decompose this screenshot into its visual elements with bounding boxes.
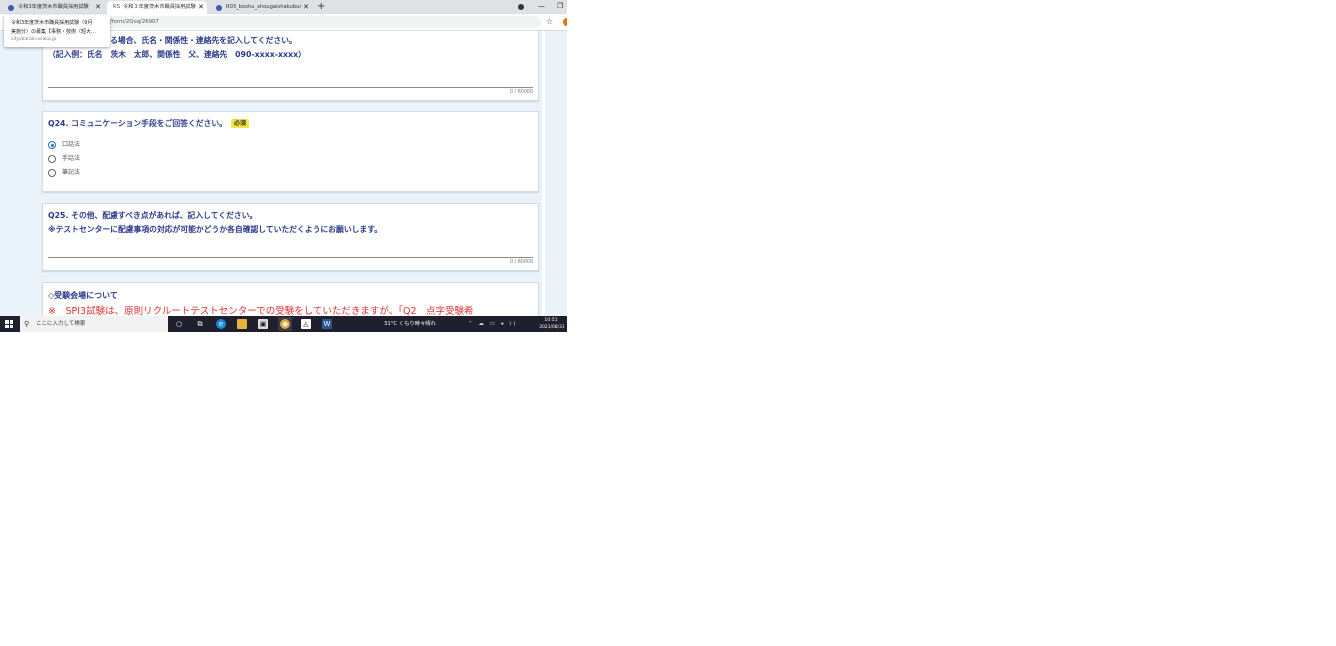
char-counter: 0 / 60000 — [510, 260, 533, 265]
tab-strip: 令和3年度茨木市職員採用試験 ✕ KS 令和３年度茨木市職員採用試験 ✕ R03… — [0, 0, 567, 14]
restore-icon[interactable]: ❐ — [557, 0, 563, 13]
edge-browser-icon[interactable]: e — [216, 319, 226, 329]
radio-label: 口話法 — [62, 141, 81, 148]
cortana-icon[interactable]: ○ — [174, 319, 184, 329]
close-tab-icon[interactable]: ✕ — [95, 1, 101, 14]
question-q25-text: Q25. その他、配慮すべき点があれば、記入してください。 — [48, 211, 258, 220]
question-q25-note: ※テストセンターに配慮事項の対応が可能かどうか各自確認していただくようにお願いし… — [48, 225, 383, 234]
windows-taskbar: ⚲ ここに入力して検索 ○ ⧉ e ▣ ◉ ◬ W 31°C くもり時々晴れ ⌃… — [0, 316, 567, 332]
radio-label: 筆記法 — [62, 169, 81, 176]
answer-q23-field[interactable] — [48, 87, 533, 88]
venue-heading: ◇受験会場について — [48, 291, 118, 300]
file-explorer-icon[interactable] — [237, 319, 247, 329]
weather-widget[interactable]: 31°C くもり時々晴れ — [384, 316, 436, 332]
tab-pdf[interactable]: R03_boshu_shougaishakubun.pdf ✕ — [210, 1, 312, 14]
taskbar-search-box[interactable]: ⚲ ここに入力して検索 — [20, 316, 168, 332]
radio-button[interactable] — [48, 141, 56, 149]
question-card-q23: Q23. 付添者がいる場合、氏名・関係性・連絡先を記入してください。 （記入例：… — [42, 31, 539, 101]
venue-card: ◇受験会場について ※ SPI3試験は、原則リクルートテストセンターでの受験をし… — [42, 282, 539, 316]
clock-date[interactable]: 2021/08/31 — [538, 325, 566, 330]
system-tray-icons[interactable]: ⌃ ☁ ▭ ◂ )) — [468, 316, 517, 332]
form-content: Q23. 付添者がいる場合、氏名・関係性・連絡先を記入してください。 （記入例：… — [0, 31, 567, 316]
extension-icon[interactable] — [563, 18, 567, 26]
tab-recruitment-page[interactable]: 令和3年度茨木市職員採用試験 ✕ — [2, 1, 104, 14]
tooltip-title-line2: 実施分）の募集【事務・技術（短大… — [11, 29, 97, 35]
new-tab-button[interactable]: + — [317, 0, 325, 14]
store-icon[interactable]: ▣ — [258, 319, 268, 329]
question-card-q25: Q25. その他、配慮すべき点があれば、記入してください。 ※テストセンターに配… — [42, 203, 539, 271]
tab-hover-tooltip: 令和3年度茨木市職員採用試験（9月 実施分）の募集【事務・技術（短大… city… — [4, 15, 110, 47]
close-tab-icon[interactable]: ✕ — [198, 1, 204, 14]
question-q24-label: Q24. コミュニケーション手段をご回答ください。 — [48, 119, 227, 128]
word-icon[interactable]: W — [322, 319, 332, 329]
site-favicon-icon — [8, 4, 14, 11]
screen: 令和3年度茨木市職員採用試験 ✕ KS 令和３年度茨木市職員採用試験 ✕ R03… — [0, 0, 567, 332]
venue-notice: ※ SPI3試験は、原則リクルートテストセンターでの受験をしていただきますが、「… — [48, 306, 474, 316]
minimize-icon[interactable]: — — [538, 0, 545, 13]
search-placeholder: ここに入力して検索 — [36, 321, 86, 327]
question-q24-text: Q24. コミュニケーション手段をご回答ください。 必須 — [48, 118, 249, 129]
form-favicon-icon: KS — [113, 4, 121, 10]
site-favicon-icon — [216, 4, 222, 11]
bookmark-star-icon[interactable]: ☆ — [546, 15, 553, 29]
question-q23-example: （記入例：氏名 茨木 太郎、関係性 父、連絡先 090-xxxx-xxxx） — [48, 50, 306, 59]
app-icon[interactable]: ◬ — [301, 319, 311, 329]
windows-start-icon[interactable] — [5, 320, 13, 328]
question-card-q24: Q24. コミュニケーション手段をご回答ください。 必須 口話法 手話法 筆記法 — [42, 111, 539, 192]
tab-form-page[interactable]: KS 令和３年度茨木市職員採用試験 ✕ — [107, 1, 207, 14]
tab-title: R03_boshu_shougaishakubun.pdf — [226, 4, 301, 10]
tooltip-domain: city.ibaraki.osaka.jp — [11, 37, 57, 42]
radio-label: 手話法 — [62, 155, 81, 162]
chrome-browser-icon[interactable]: ◉ — [280, 319, 290, 329]
close-tab-icon[interactable]: ✕ — [303, 1, 309, 14]
tab-title: 令和3年度茨木市職員採用試験 — [18, 4, 89, 10]
tab-title: 令和３年度茨木市職員採用試験 — [123, 4, 196, 10]
char-counter: 0 / 60000 — [510, 90, 533, 95]
url-field[interactable]: /form/2Qoq/26907 — [44, 16, 541, 28]
search-icon: ⚲ — [24, 320, 30, 328]
radio-button[interactable] — [48, 169, 56, 177]
page-divider — [542, 31, 545, 316]
tooltip-title-line1: 令和3年度茨木市職員採用試験（9月 — [11, 20, 93, 26]
clock-time[interactable]: 10:51 — [540, 318, 562, 323]
task-view-icon[interactable]: ⧉ — [195, 319, 205, 329]
answer-q25-field[interactable] — [48, 257, 533, 258]
radio-button[interactable] — [48, 155, 56, 163]
profile-icon[interactable] — [518, 4, 524, 10]
required-badge: 必須 — [230, 119, 249, 128]
